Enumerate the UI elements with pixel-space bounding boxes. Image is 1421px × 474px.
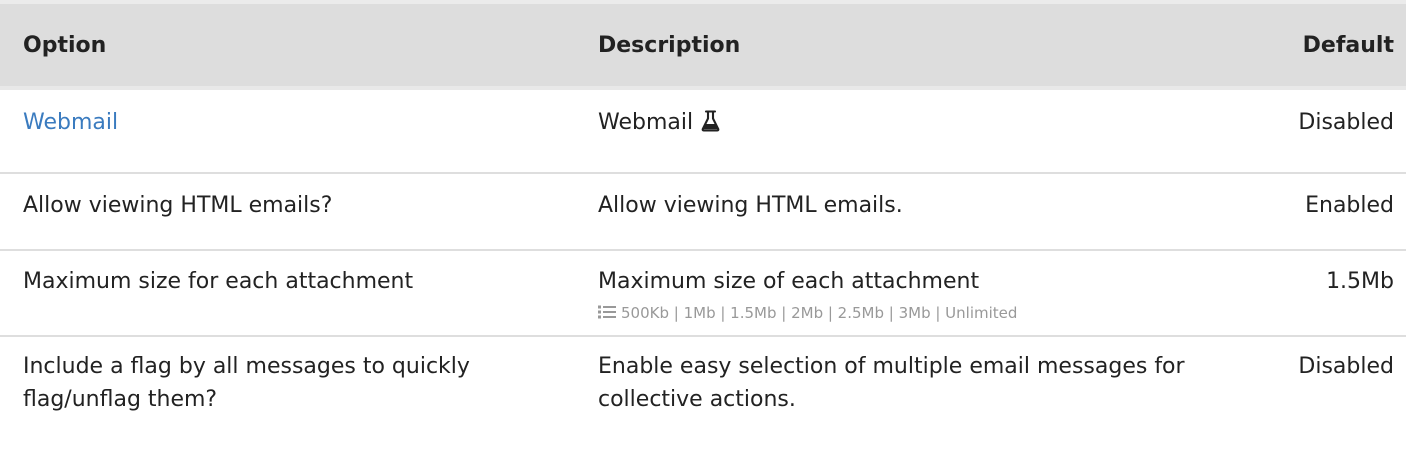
table-row: Maximum size for each attachment Maximum… xyxy=(0,250,1406,337)
column-header-default: Default xyxy=(1302,32,1394,58)
option-cell: Allow viewing HTML emails? xyxy=(0,173,586,251)
description-text: Maximum size of each attachment xyxy=(598,269,980,294)
column-header-option: Option xyxy=(23,32,107,58)
option-cell: Webmail xyxy=(0,88,586,174)
description-text: Webmail xyxy=(598,110,694,135)
list-icon xyxy=(598,303,616,319)
description-cell: Webmail xyxy=(586,88,1245,174)
default-value-cell: Disabled xyxy=(1245,88,1406,174)
choices-text: 500Kb | 1Mb | 1.5Mb | 2Mb | 2.5Mb | 3Mb … xyxy=(621,304,1018,322)
default-value-cell: Enabled xyxy=(1245,173,1406,251)
table-row: Webmail Webmail Disabled xyxy=(0,88,1406,174)
table-row: Include a flag by all messages to quickl… xyxy=(0,336,1406,438)
description-cell: Allow viewing HTML emails. xyxy=(586,173,1245,251)
description-cell: Maximum size of each attachment 500Kb | … xyxy=(586,250,1245,337)
flask-icon xyxy=(701,109,720,132)
option-cell: Maximum size for each attachment xyxy=(0,250,586,337)
choices-list: 500Kb | 1Mb | 1.5Mb | 2Mb | 2.5Mb | 3Mb … xyxy=(598,302,1235,324)
header-row: Option Description Default xyxy=(0,2,1406,88)
default-value-cell: 1.5Mb xyxy=(1245,250,1406,337)
column-header-description: Description xyxy=(598,32,741,58)
preferences-table: Option Description Default Webmail Webma… xyxy=(0,0,1406,438)
default-value-cell: Disabled xyxy=(1298,354,1394,379)
table-header: Option Description Default xyxy=(0,2,1406,88)
option-cell: Include a flag by all messages to quickl… xyxy=(23,354,470,412)
description-cell: Enable easy selection of multiple email … xyxy=(598,354,1185,412)
table-body: Webmail Webmail Disabled Allow viewing H… xyxy=(0,88,1406,438)
table-row: Allow viewing HTML emails? Allow viewing… xyxy=(0,173,1406,251)
preferences-table-container: Option Description Default Webmail Webma… xyxy=(0,0,1406,438)
option-link-webmail[interactable]: Webmail xyxy=(23,110,118,135)
